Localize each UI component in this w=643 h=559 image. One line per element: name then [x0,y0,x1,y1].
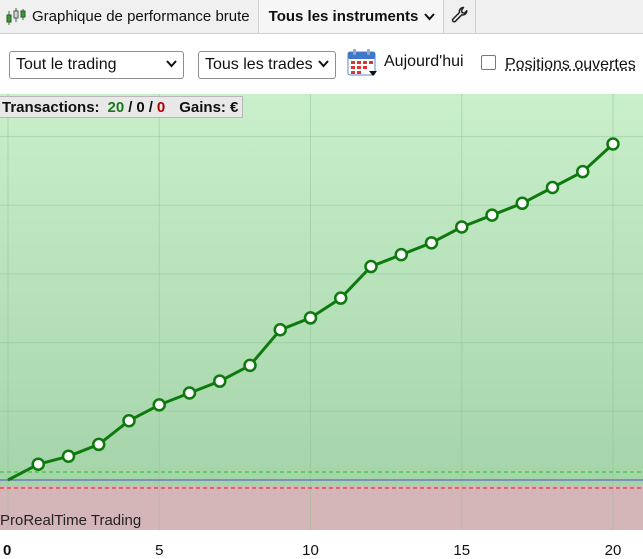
data-point [606,137,620,151]
calendar-icon[interactable] [347,49,378,77]
data-point [182,386,197,400]
trading-scope-select[interactable]: Tout le trading [9,51,184,79]
data-point [122,413,136,428]
trades-filter-select[interactable]: Tous les trades [198,51,336,79]
candlestick-icon [4,5,28,29]
open-positions-checkbox[interactable] [481,55,496,70]
brand-watermark: ProRealTime Trading [0,512,142,529]
data-point [545,180,560,195]
performance-chart-svg: 0 5 10 15 20 [0,94,643,559]
tab-label: Tous les instruments [268,8,419,25]
settings-tool-button[interactable] [444,0,477,33]
data-point [61,449,76,464]
transactions-summary: Transactions: 20 / 0 / 0 Gains: € [0,96,244,118]
select-value: Tout le trading [16,56,117,73]
x-tick-label: 20 [605,542,622,559]
data-point [455,220,469,234]
tab-bar: Graphique de performance brute Tous les … [0,0,643,34]
data-point [92,437,106,452]
data-point [243,358,257,373]
wrench-icon [450,5,470,29]
chevron-down-icon [318,59,329,71]
transactions-label: Transactions: [2,98,100,116]
x-tick-label: 0 [3,542,11,559]
open-positions-label[interactable]: Positions ouvertes [505,56,636,74]
data-point [213,374,227,388]
gains-value: € [229,98,239,116]
date-range-label[interactable]: Aujourd'hui [384,53,464,71]
data-point [485,208,499,222]
data-point [152,398,166,412]
data-point [515,196,529,211]
filter-toolbar: Tout le trading Tous les trades Aujourd'… [0,34,643,94]
losing-trades-count: 0 [156,98,166,116]
x-tick-label: 15 [453,542,470,559]
x-tick-label: 5 [155,542,163,559]
separator: / [128,98,133,116]
select-value: Tous les trades [205,56,313,73]
data-point [273,323,287,337]
data-point [334,291,348,305]
data-point [394,247,408,262]
tab-all-instruments[interactable]: Tous les instruments [258,0,445,33]
separator: / [148,98,153,116]
performance-chart: 0 5 10 15 20 ProRealTime Trading [0,94,643,559]
chevron-down-icon [166,59,177,71]
tab-raw-performance-chart[interactable]: Graphique de performance brute [0,0,259,33]
data-point [303,311,318,325]
chevron-down-icon [424,10,436,24]
total-trades-count: 20 [107,98,125,116]
data-point [31,457,45,471]
tab-label: Graphique de performance brute [32,8,250,25]
neutral-trades-count: 0 [136,98,145,116]
gains-label: Gains: [179,98,226,116]
data-point [364,259,378,274]
positive-area [0,94,643,486]
x-axis-strip [0,530,643,559]
x-tick-label: 10 [302,542,319,559]
data-point [576,164,590,179]
data-point [424,236,439,250]
